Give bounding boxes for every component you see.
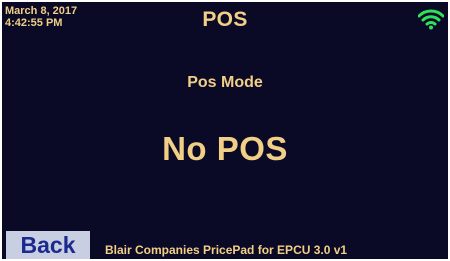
pricepad-screen: March 8, 2017 4:42:55 PM POS Pos Mode No… [2,2,448,259]
back-button[interactable]: Back [6,231,90,259]
wifi-icon [418,9,444,30]
pos-mode-label: Pos Mode [187,74,263,91]
footer-product-text: Blair Companies PricePad for EPCU 3.0 v1 [105,243,348,257]
pos-mode-value[interactable]: No POS [2,130,448,168]
page-title: POS [202,8,248,31]
